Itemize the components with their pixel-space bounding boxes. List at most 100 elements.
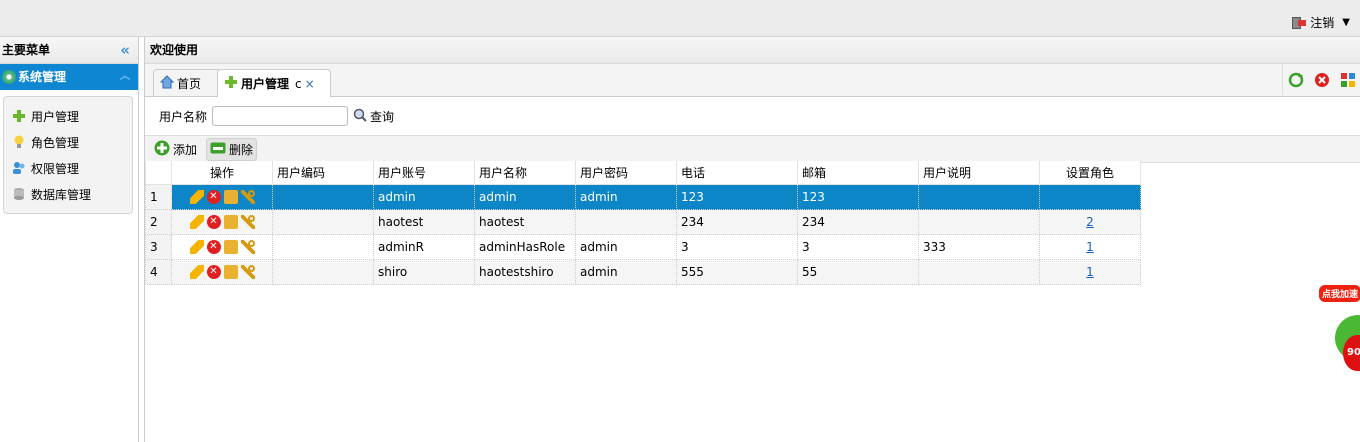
cell-phone: 234 — [676, 209, 798, 235]
search-bar: 用户名称 查询 — [145, 97, 1360, 135]
grid-icon[interactable] — [1340, 72, 1356, 88]
action-toolbar: 添加 删除 — [145, 135, 1360, 163]
tab-home[interactable]: 首页 — [153, 69, 221, 96]
user-table: 操作 用户编码 用户账号 用户名称 用户密码 电话 邮箱 用户说明 设置角色 1… — [145, 161, 1141, 285]
cell-phone: 3 — [676, 234, 798, 260]
cell-phone: 555 — [676, 259, 798, 285]
speedup-floating-widget[interactable]: 点我加速 90 — [1313, 285, 1360, 385]
plus-icon — [12, 109, 26, 123]
sidebar-item-permission-management[interactable]: 权限管理 — [4, 155, 132, 181]
cell-account: shiro — [373, 259, 475, 285]
cell-code — [272, 209, 374, 235]
sidebar-item-user-management[interactable]: 用户管理 — [4, 103, 132, 129]
column-header[interactable]: 用户账号 — [373, 161, 475, 185]
column-header[interactable]: 用户编码 — [272, 161, 374, 185]
sidebar-item-database-management[interactable]: 数据库管理 — [4, 181, 132, 207]
add-label: 添加 — [173, 142, 198, 157]
column-header[interactable]: 电话 — [676, 161, 798, 185]
cell-account: adminR — [373, 234, 475, 260]
table-row[interactable]: 3 ✕ adminR adminHasRole admin 3 3 333 1 — [145, 234, 1141, 260]
table-row[interactable]: 4 ✕ shiro haotestshiro admin 555 55 1 — [145, 259, 1141, 285]
row-operations: ✕ — [171, 259, 273, 285]
home-icon — [159, 74, 175, 92]
logout-label: 注销 — [1310, 16, 1335, 30]
lock-icon[interactable] — [223, 215, 238, 229]
query-button[interactable]: 查询 — [353, 108, 394, 125]
set-role-link[interactable]: 2 — [1086, 215, 1094, 229]
lock-icon[interactable] — [223, 240, 238, 254]
cell-role: 2 — [1039, 209, 1141, 235]
key-icon[interactable] — [240, 215, 255, 229]
cell-account: admin — [373, 184, 475, 210]
table-row[interactable]: 2 ✕ haotest haotest 234 234 2 — [145, 209, 1141, 235]
edit-icon[interactable] — [189, 215, 204, 229]
lock-icon[interactable] — [223, 265, 238, 279]
table-row[interactable]: 1 ✕ admin admin admin 123 123 — [145, 184, 1141, 210]
key-icon[interactable] — [240, 190, 255, 204]
cell-name: admin — [474, 184, 576, 210]
sidebar-item-role-management[interactable]: 角色管理 — [4, 129, 132, 155]
cell-role: 1 — [1039, 259, 1141, 285]
cell-name: adminHasRole — [474, 234, 576, 260]
edit-icon[interactable] — [189, 265, 204, 279]
refresh-tab-icon[interactable]: c — [295, 77, 302, 91]
delete-row-icon[interactable]: ✕ — [206, 215, 221, 229]
cell-role: 1 — [1039, 234, 1141, 260]
column-header[interactable]: 邮箱 — [797, 161, 919, 185]
cell-mail: 55 — [797, 259, 919, 285]
west-panel-title: 主要菜单 — [2, 43, 51, 57]
accordion-system-management[interactable]: 系统管理 ︿ — [0, 64, 138, 90]
cell-pwd: admin — [575, 184, 677, 210]
search-label: 用户名称 — [159, 109, 208, 124]
refresh-icon[interactable] — [1288, 72, 1304, 88]
username-search-input[interactable] — [212, 106, 349, 126]
cell-mail: 234 — [797, 209, 919, 235]
cell-pwd — [575, 209, 677, 235]
sidebar-item-label: 数据库管理 — [31, 187, 92, 202]
column-header[interactable]: 用户密码 — [575, 161, 677, 185]
add-button[interactable]: 添加 — [151, 138, 200, 161]
key-icon[interactable] — [240, 240, 255, 254]
delete-row-icon[interactable]: ✕ — [206, 190, 221, 204]
key-icon[interactable] — [240, 265, 255, 279]
collapse-icon[interactable]: « — [120, 37, 130, 63]
top-bar: 注销 ▼ — [0, 0, 1360, 37]
delete-icon — [210, 141, 226, 158]
cell-mail: 123 — [797, 184, 919, 210]
delete-row-icon[interactable]: ✕ — [206, 265, 221, 279]
set-role-link[interactable]: 1 — [1086, 240, 1094, 254]
search-icon — [353, 108, 367, 125]
column-header[interactable]: 设置角色 — [1039, 161, 1141, 185]
set-role-link[interactable]: 1 — [1086, 265, 1094, 279]
west-panel: 主要菜单 « 系统管理 ︿ 用户管理 角色管理 权限管理 数据库管理 — [0, 37, 139, 442]
chevron-up-icon[interactable]: ︿ — [120, 64, 130, 90]
menu-list: 用户管理 角色管理 权限管理 数据库管理 — [3, 96, 133, 214]
tab-tools — [1282, 64, 1360, 95]
delete-label: 删除 — [229, 142, 254, 157]
chevron-down-icon[interactable]: ▼ — [1342, 17, 1350, 28]
speedup-bubble[interactable]: 点我加速 — [1318, 285, 1360, 302]
column-header[interactable]: 用户名称 — [474, 161, 576, 185]
tab-label: 用户管理 — [241, 77, 290, 91]
cell-phone: 123 — [676, 184, 798, 210]
cell-role — [1039, 184, 1141, 210]
row-operations: ✕ — [171, 234, 273, 260]
column-header[interactable]: 用户说明 — [918, 161, 1040, 185]
row-number: 2 — [145, 209, 172, 235]
delete-button[interactable]: 删除 — [206, 137, 258, 161]
tab-user-management[interactable]: 用户管理 c × — [217, 69, 331, 97]
cell-desc: 333 — [918, 234, 1040, 260]
speed-badge: 90 — [1343, 335, 1360, 371]
edit-icon[interactable] — [189, 190, 204, 204]
plus-icon — [224, 75, 238, 92]
close-all-icon[interactable] — [1314, 72, 1330, 88]
lock-icon[interactable] — [223, 190, 238, 204]
column-header[interactable]: 操作 — [171, 161, 273, 185]
west-panel-header: 主要菜单 « — [0, 37, 138, 64]
row-number: 1 — [145, 184, 172, 210]
close-tab-icon[interactable]: × — [305, 77, 315, 91]
logout-button[interactable]: 注销 ▼ — [1292, 14, 1350, 31]
edit-icon[interactable] — [189, 240, 204, 254]
delete-row-icon[interactable]: ✕ — [206, 240, 221, 254]
cell-code — [272, 184, 374, 210]
